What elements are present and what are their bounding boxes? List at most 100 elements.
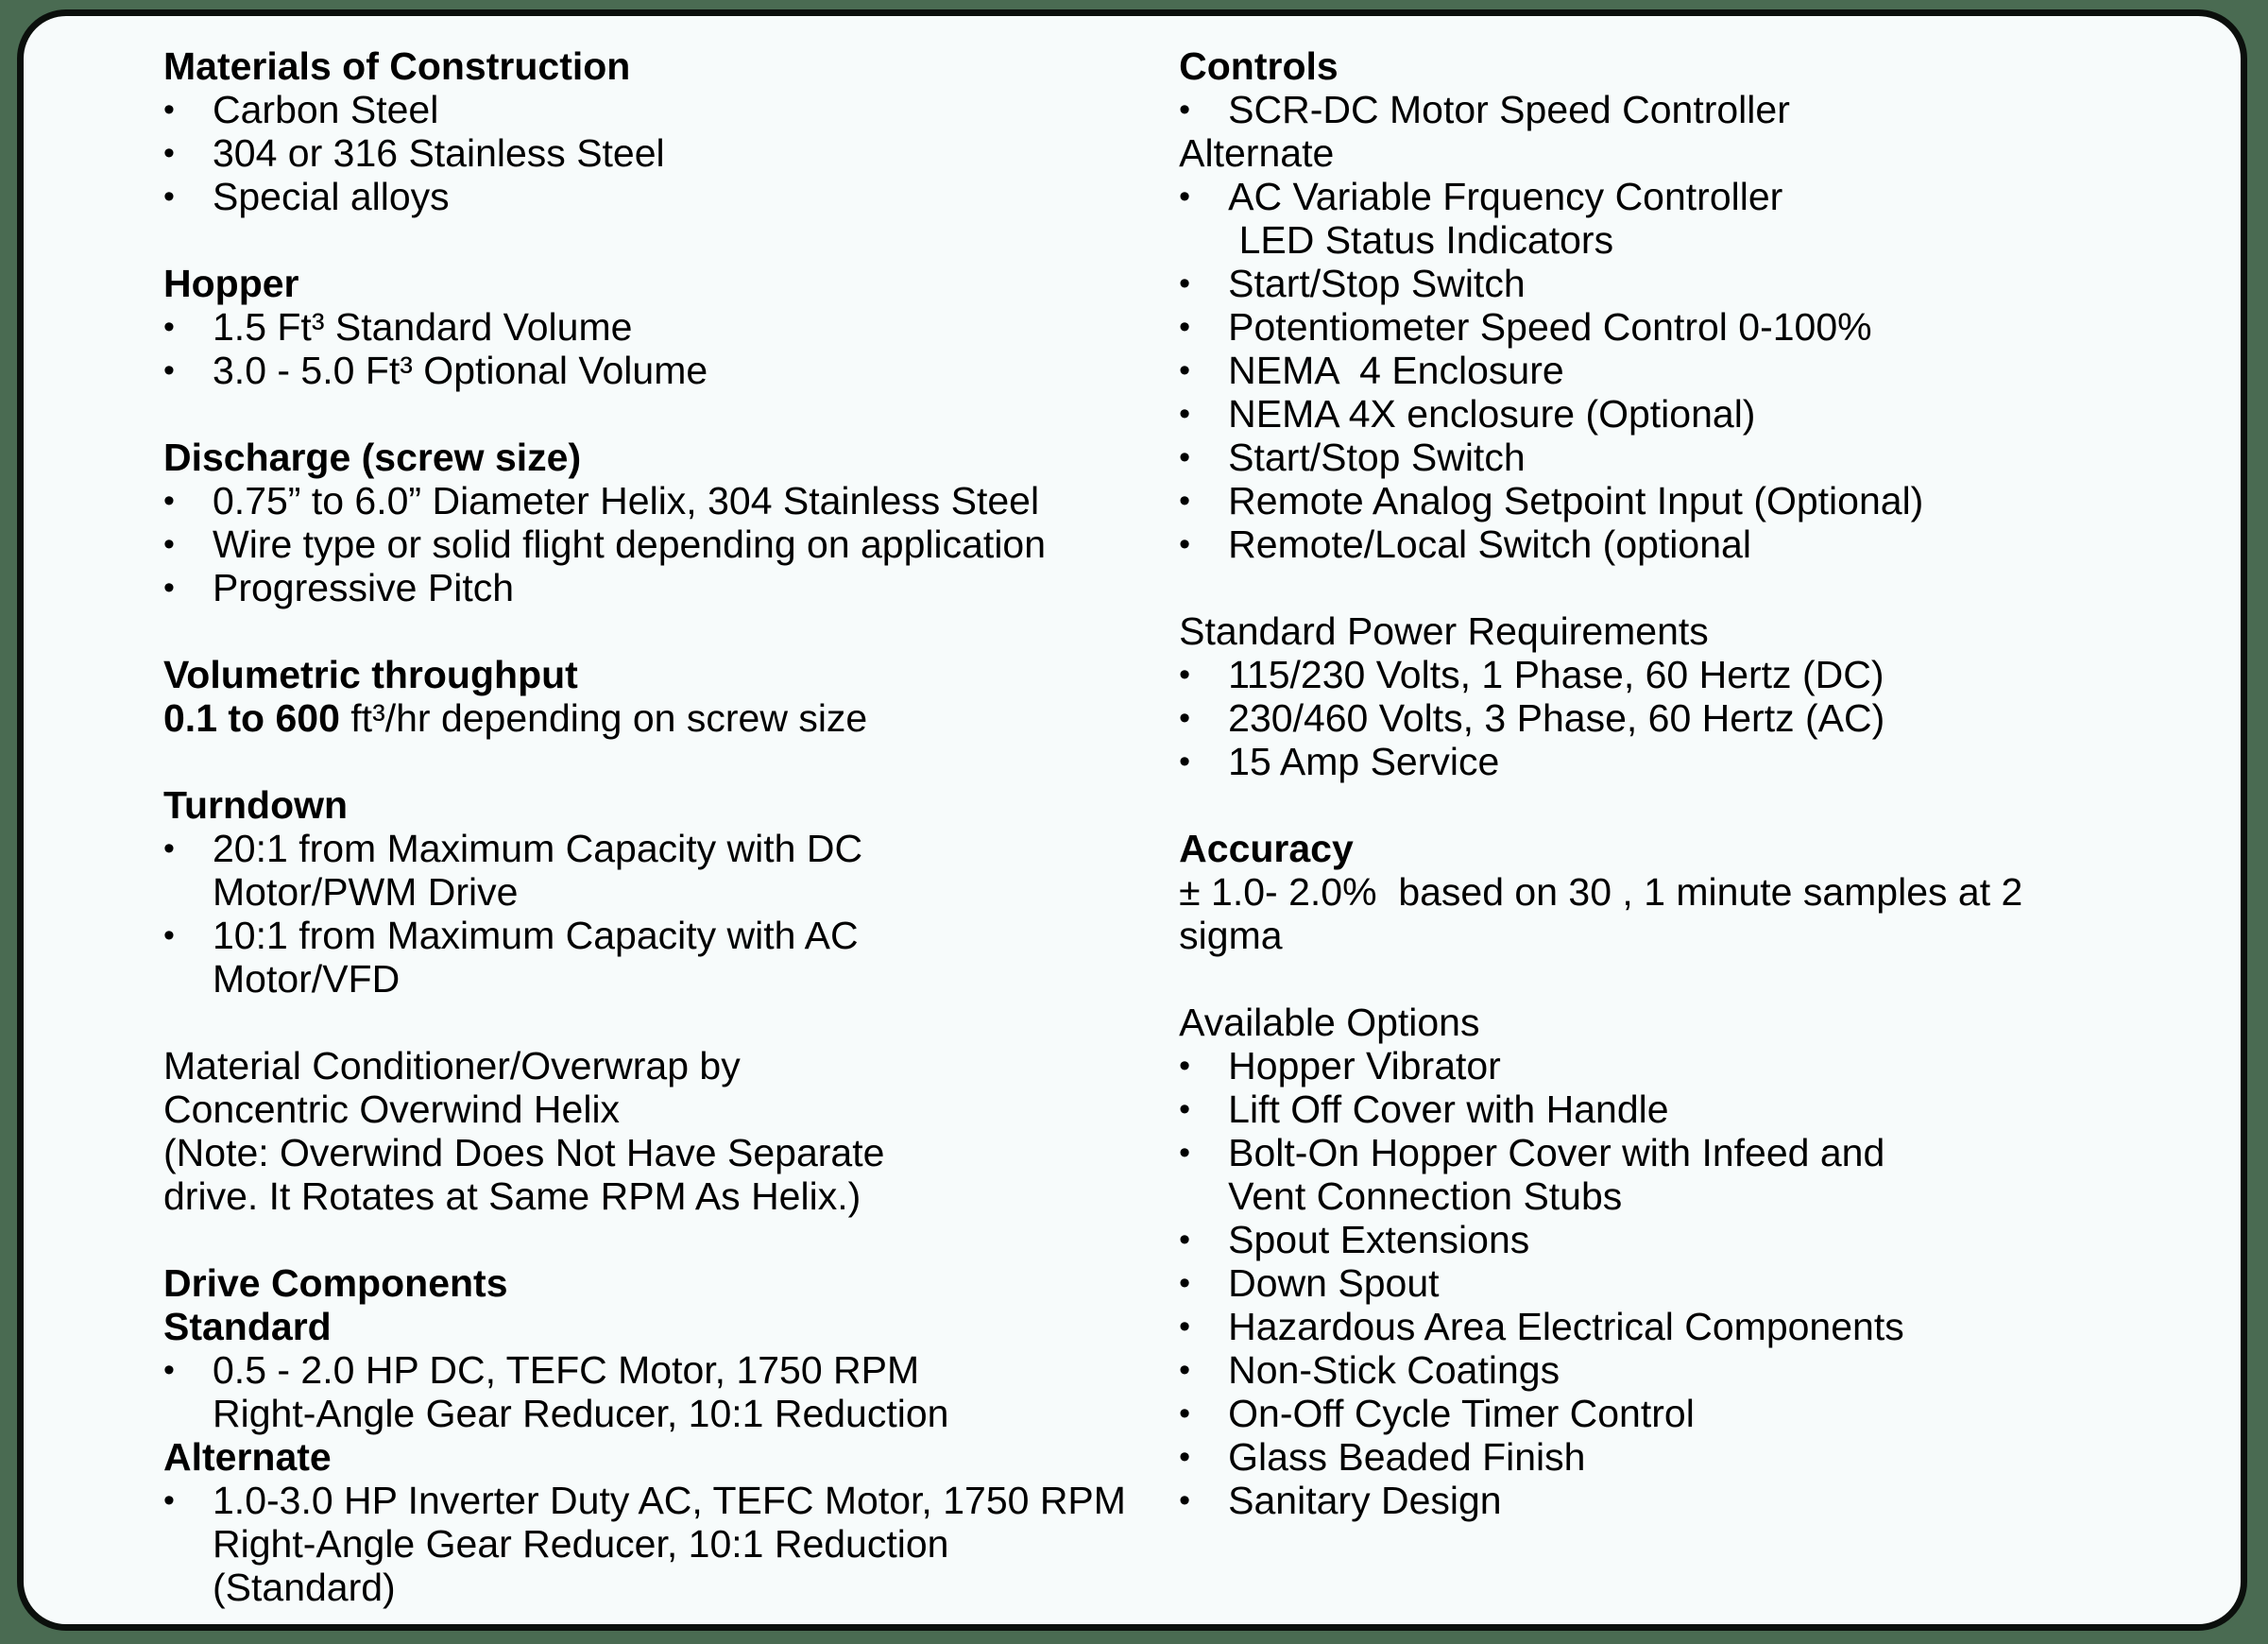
bullet-icon: • [1179, 265, 1191, 301]
bullet-icon: • [163, 352, 175, 388]
list-item: • Glass Beaded Finish [1179, 1435, 2231, 1479]
drive-standard-line1: 0.5 - 2.0 HP DC, TEFC Motor, 1750 RPM [213, 1348, 920, 1392]
bullet-icon: • [163, 135, 175, 171]
volumetric-range: 0.1 to 600 [163, 696, 340, 740]
list-item: • 0.75” to 6.0” Diameter Helix, 304 Stai… [163, 479, 1169, 522]
controls-item-6: Remote/Local Switch (optional [1228, 522, 1751, 566]
controls-item-2: NEMA 4 Enclosure [1228, 349, 1564, 392]
options-item-8: Glass Beaded Finish [1228, 1435, 1586, 1479]
bullet-icon: • [1179, 1265, 1191, 1301]
bullet-icon: • [163, 309, 175, 345]
bullet-icon: • [1179, 396, 1191, 432]
options-item-2: Bolt-On Hopper Cover with Infeed and [1228, 1131, 1885, 1174]
turndown-item-1-line1: 10:1 from Maximum Capacity with AC [213, 914, 859, 957]
list-item: • 115/230 Volts, 1 Phase, 60 Hertz (DC) [1179, 653, 2231, 696]
list-item: • Remote/Local Switch (optional [1179, 522, 2231, 566]
hopper-item-0: 1.5 Ft³ Standard Volume [213, 305, 633, 349]
bullet-icon: • [163, 1482, 175, 1518]
bullet-icon: • [1179, 657, 1191, 693]
materials-item-1: 304 or 316 Stainless Steel [213, 131, 665, 175]
bullet-icon: • [1179, 1091, 1191, 1127]
list-item: • Wire type or solid flight depending on… [163, 522, 1169, 566]
list-item: • 3.0 - 5.0 Ft³ Optional Volume [163, 349, 1169, 392]
bullet-icon: • [163, 179, 175, 214]
discharge-item-2: Progressive Pitch [213, 566, 515, 609]
bullet-icon: • [1179, 1048, 1191, 1084]
turndown-heading: Turndown [163, 783, 349, 827]
bullet-icon: • [1179, 700, 1191, 736]
accuracy-heading: Accuracy [1179, 827, 1354, 870]
options-heading: Available Options [1179, 1001, 1480, 1044]
left-column: Materials of Construction • Carbon Steel… [24, 44, 1179, 1624]
controls-heading: Controls [1179, 44, 1339, 88]
list-item: • 1.5 Ft³ Standard Volume [163, 305, 1169, 349]
controls-item-3: NEMA 4X enclosure (Optional) [1228, 392, 1756, 436]
controls-item-0: Start/Stop Switch [1228, 262, 1526, 305]
list-item: • 0.5 - 2.0 HP DC, TEFC Motor, 1750 RPM [163, 1348, 1169, 1392]
bullet-icon: • [163, 526, 175, 562]
discharge-item-0: 0.75” to 6.0” Diameter Helix, 304 Stainl… [213, 479, 1040, 522]
list-item: • Hazardous Area Electrical Components [1179, 1305, 2231, 1348]
turndown-item-1-line2: Motor/VFD [213, 957, 401, 1001]
bullet-icon: • [1179, 1352, 1191, 1388]
options-item-3: Spout Extensions [1228, 1218, 1530, 1261]
list-item: • Non-Stick Coatings [1179, 1348, 2231, 1392]
conditioner-line-0: Material Conditioner/Overwrap by [163, 1044, 741, 1087]
bullet-icon: • [1179, 744, 1191, 779]
conditioner-line-2: (Note: Overwind Does Not Have Separate [163, 1131, 885, 1174]
right-column: Controls • SCR-DC Motor Speed Controller… [1179, 44, 2241, 1624]
controls-alternate-line1: AC Variable Frquency Controller [1228, 175, 1783, 218]
accuracy-line-2: sigma [1179, 914, 1283, 957]
options-item-7: On-Off Cycle Timer Control [1228, 1392, 1695, 1435]
bullet-icon: • [1179, 92, 1191, 128]
turndown-item-0-line1: 20:1 from Maximum Capacity with DC [213, 827, 863, 870]
list-item: • 304 or 316 Stainless Steel [163, 131, 1169, 175]
list-item: • 20:1 from Maximum Capacity with DC [163, 827, 1169, 870]
bullet-icon: • [163, 92, 175, 128]
options-item-6: Non-Stick Coatings [1228, 1348, 1560, 1392]
controls-item-scr: SCR-DC Motor Speed Controller [1228, 88, 1790, 131]
list-item: • NEMA 4 Enclosure [1179, 349, 2231, 392]
conditioner-line-1: Concentric Overwind Helix [163, 1087, 621, 1131]
bullet-icon: • [1179, 309, 1191, 345]
bullet-icon: • [1179, 1135, 1191, 1171]
volumetric-units: ft³/hr depending on screw size [339, 696, 868, 740]
bullet-icon: • [1179, 1396, 1191, 1431]
list-item: • Carbon Steel [163, 88, 1169, 131]
hopper-heading: Hopper [163, 262, 299, 305]
volumetric-value-line: 0.1 to 600 ft³/hr depending on screw siz… [163, 696, 1169, 740]
drive-alternate-line1: 1.0-3.0 HP Inverter Duty AC, TEFC Motor,… [213, 1479, 1126, 1522]
bullet-icon: • [1179, 483, 1191, 519]
list-item: • Spout Extensions [1179, 1218, 2231, 1261]
bullet-icon: • [163, 483, 175, 519]
list-item: • Hopper Vibrator [1179, 1044, 2231, 1087]
controls-item-1: Potentiometer Speed Control 0-100% [1228, 305, 1872, 349]
list-item: • Bolt-On Hopper Cover with Infeed and [1179, 1131, 2231, 1174]
materials-item-2: Special alloys [213, 175, 450, 218]
drive-alternate-line3: (Standard) [213, 1566, 396, 1609]
bullet-icon: • [1179, 1222, 1191, 1258]
list-item: • Start/Stop Switch [1179, 436, 2231, 479]
two-column-layout: Materials of Construction • Carbon Steel… [24, 16, 2241, 1624]
bullet-icon: • [1179, 526, 1191, 562]
list-item: • 15 Amp Service [1179, 740, 2231, 783]
options-item-1: Lift Off Cover with Handle [1228, 1087, 1669, 1131]
drive-standard-label: Standard [163, 1305, 332, 1348]
list-item: • AC Variable Frquency Controller [1179, 175, 2231, 218]
controls-item-5: Remote Analog Setpoint Input (Optional) [1228, 479, 1924, 522]
list-item: • 10:1 from Maximum Capacity with AC [163, 914, 1169, 957]
bullet-icon: • [1179, 1482, 1191, 1518]
discharge-heading: Discharge (screw size) [163, 436, 582, 479]
controls-alternate-label: Alternate [1179, 131, 1335, 175]
list-item: • Potentiometer Speed Control 0-100% [1179, 305, 2231, 349]
options-item-9: Sanitary Design [1228, 1479, 1502, 1522]
bullet-icon: • [1179, 179, 1191, 214]
discharge-item-1: Wire type or solid flight depending on a… [213, 522, 1047, 566]
turndown-item-0-line2: Motor/PWM Drive [213, 870, 519, 914]
